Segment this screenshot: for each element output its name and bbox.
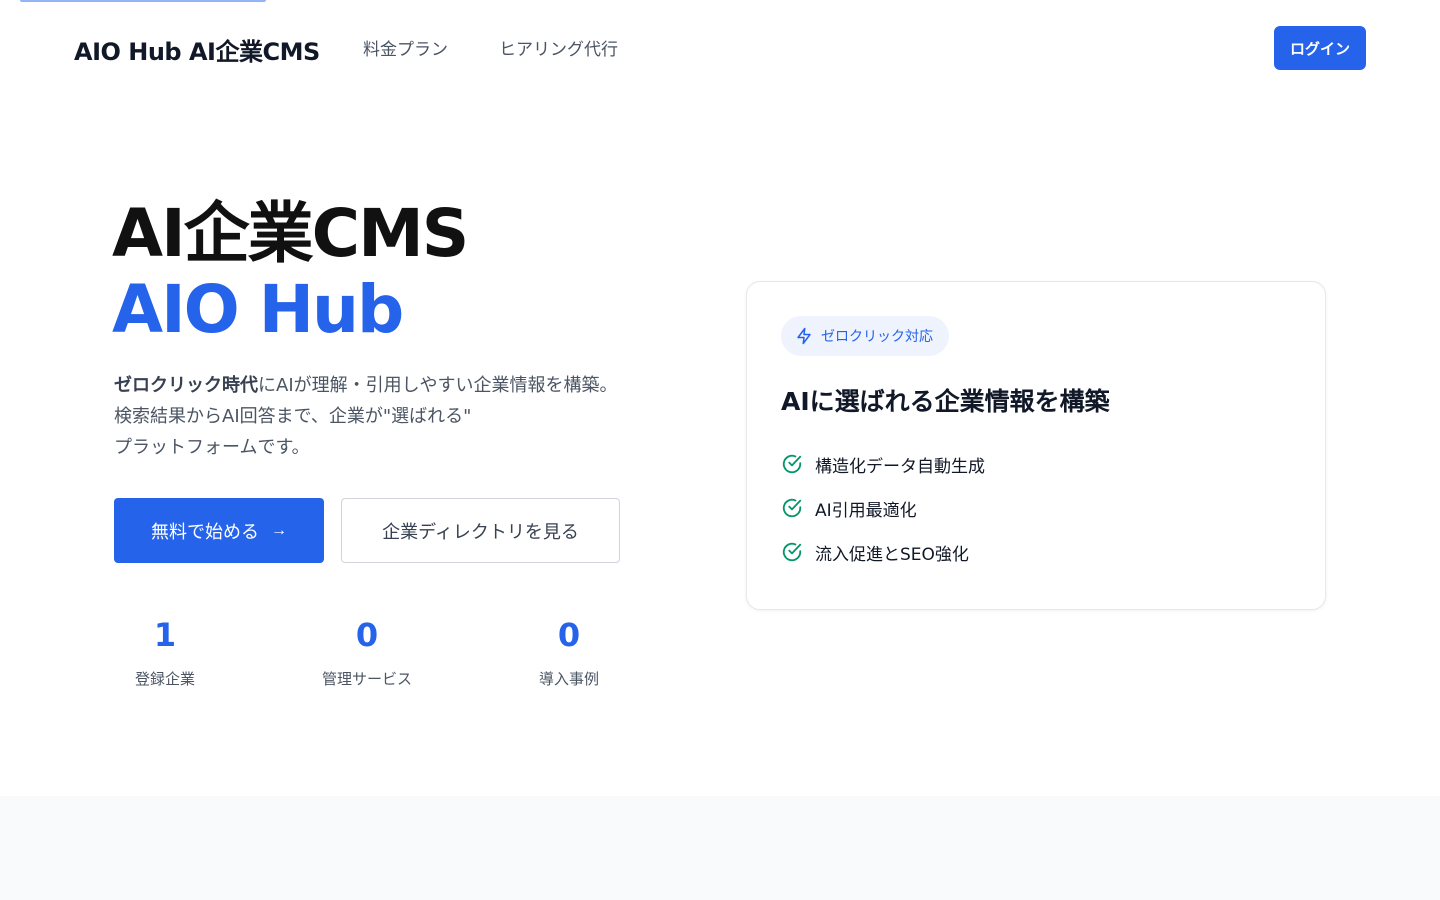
stat-value: 0 — [355, 616, 379, 654]
stat-label: 導入事例 — [538, 670, 599, 688]
stat-label: 登録企業 — [134, 670, 195, 688]
hero-description-emphasis: ゼロクリック時代 — [114, 375, 258, 396]
stat-value: 1 — [153, 616, 177, 654]
start-free-button[interactable]: 無料で始める → — [114, 498, 324, 563]
nav-link-hearing-service[interactable]: ヒアリング代行 — [499, 35, 618, 60]
hero-title-line2: AIO Hub — [112, 271, 404, 348]
feature-label: AI引用最適化 — [815, 500, 917, 521]
badge-label: ゼロクリック対応 — [821, 329, 933, 345]
feature-list: 構造化データ自動生成 AI引用最適化 流入促進とSEO強化 — [781, 442, 985, 574]
feature-label: 構造化データ自動生成 — [815, 456, 985, 477]
hero-description-line3: プラットフォームです。 — [114, 437, 310, 458]
next-section-band — [0, 796, 1440, 900]
stat-label: 管理サービス — [321, 670, 412, 688]
site-header: AIO Hub AI企業CMS 料金プラン ヒアリング代行 ログイン — [0, 0, 1440, 96]
check-circle-icon — [782, 498, 802, 518]
hero-description: ゼロクリック時代にAIが理解・引用しやすい企業情報を構築。 検索結果からAI回答… — [114, 370, 674, 463]
stat-managed-services: 0 管理サービス — [297, 616, 437, 689]
company-directory-button[interactable]: 企業ディレクトリを見る — [341, 498, 620, 563]
hero-title: AI企業CMS AIO Hub — [112, 195, 469, 348]
stat-registered-companies: 1 登録企業 — [95, 616, 235, 689]
arrow-right-icon: → — [271, 521, 287, 539]
list-item: 構造化データ自動生成 — [781, 442, 985, 486]
list-item: AI引用最適化 — [781, 486, 985, 530]
check-circle-icon — [782, 542, 802, 562]
lightning-icon — [797, 327, 811, 345]
hero-description-line1: にAIが理解・引用しやすい企業情報を構築。 — [258, 375, 618, 396]
feature-label: 流入促進とSEO強化 — [815, 544, 969, 565]
hero-title-line1: AI企業CMS — [112, 195, 469, 272]
hero-description-line2: 検索結果からAI回答まで、企業が"選ばれる" — [114, 406, 472, 427]
start-free-label: 無料で始める — [151, 521, 259, 542]
login-button[interactable]: ログイン — [1274, 26, 1366, 70]
list-item: 流入促進とSEO強化 — [781, 530, 985, 574]
card-title: AIに選ばれる企業情報を構築 — [781, 387, 1110, 416]
nav-link-pricing[interactable]: 料金プラン — [363, 35, 448, 60]
stat-case-studies: 0 導入事例 — [499, 616, 639, 689]
zero-click-badge: ゼロクリック対応 — [781, 316, 949, 356]
site-logo[interactable]: AIO Hub AI企業CMS — [74, 32, 320, 67]
feature-card: ゼロクリック対応 AIに選ばれる企業情報を構築 構造化データ自動生成 AI引用最… — [746, 281, 1326, 610]
stat-value: 0 — [557, 616, 581, 654]
check-circle-icon — [782, 454, 802, 474]
